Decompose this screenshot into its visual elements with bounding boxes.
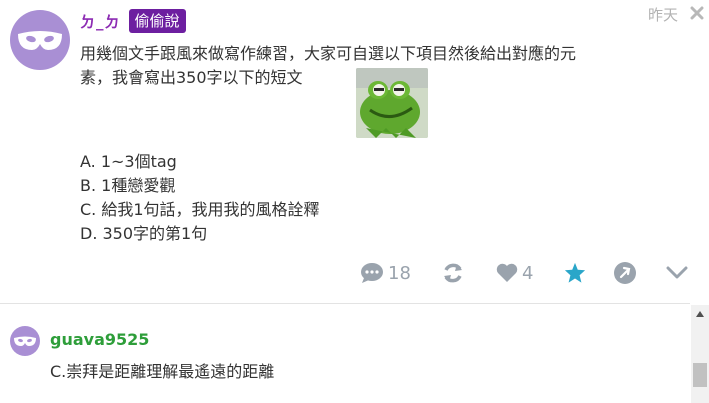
post-body-line: 用幾個文手跟風來做寫作練習，大家可自選以下項目然後給出對應的元 bbox=[80, 44, 577, 63]
commenter-name[interactable]: guava9525 bbox=[50, 330, 149, 349]
repost-button[interactable] bbox=[441, 258, 465, 288]
favorite-button[interactable] bbox=[564, 258, 586, 288]
mask-icon bbox=[14, 336, 36, 346]
option-c: C. 給我1句話，我用我的風格詮釋 bbox=[80, 200, 320, 219]
post-author: ㄉ_ㄉ 偷偷說 bbox=[80, 9, 186, 33]
author-avatar[interactable] bbox=[10, 10, 70, 70]
commenter-avatar[interactable] bbox=[10, 326, 40, 356]
option-a: A. 1~3個tag bbox=[80, 152, 177, 171]
refresh-icon bbox=[444, 263, 462, 283]
option-list: A. 1~3個tag B. 1種戀愛觀 C. 給我1句話，我用我的風格詮釋 D.… bbox=[80, 150, 320, 246]
section-divider bbox=[0, 303, 690, 304]
mask-icon bbox=[18, 31, 62, 50]
share-icon bbox=[614, 262, 636, 284]
comment-button[interactable]: 18 bbox=[360, 258, 411, 288]
chevron-down-icon bbox=[666, 266, 688, 279]
option-d: D. 350字的第1句 bbox=[80, 224, 208, 243]
scroll-thumb[interactable] bbox=[693, 363, 707, 387]
comment-text: C.崇拜是距離理解最遙遠的距離 bbox=[50, 362, 275, 381]
heart-icon bbox=[496, 263, 518, 282]
close-button[interactable] bbox=[688, 4, 706, 22]
star-icon bbox=[564, 262, 586, 283]
frog-sticker-image bbox=[356, 68, 428, 138]
post-timestamp: 昨天 bbox=[648, 6, 679, 24]
scroll-up-button[interactable] bbox=[691, 305, 709, 323]
close-icon bbox=[690, 6, 704, 20]
share-button[interactable] bbox=[613, 258, 637, 288]
like-button[interactable]: 4 bbox=[496, 258, 533, 288]
option-b: B. 1種戀愛觀 bbox=[80, 176, 176, 195]
comment-bubble-icon bbox=[361, 263, 383, 283]
author-name[interactable]: ㄉ_ㄉ bbox=[80, 11, 121, 32]
arrow-up-icon bbox=[696, 311, 704, 317]
like-count: 4 bbox=[522, 262, 534, 284]
more-menu-button[interactable] bbox=[666, 258, 688, 288]
scrollbar[interactable] bbox=[691, 305, 709, 403]
comment-count: 18 bbox=[388, 262, 411, 284]
author-badge[interactable]: 偷偷說 bbox=[128, 9, 186, 33]
